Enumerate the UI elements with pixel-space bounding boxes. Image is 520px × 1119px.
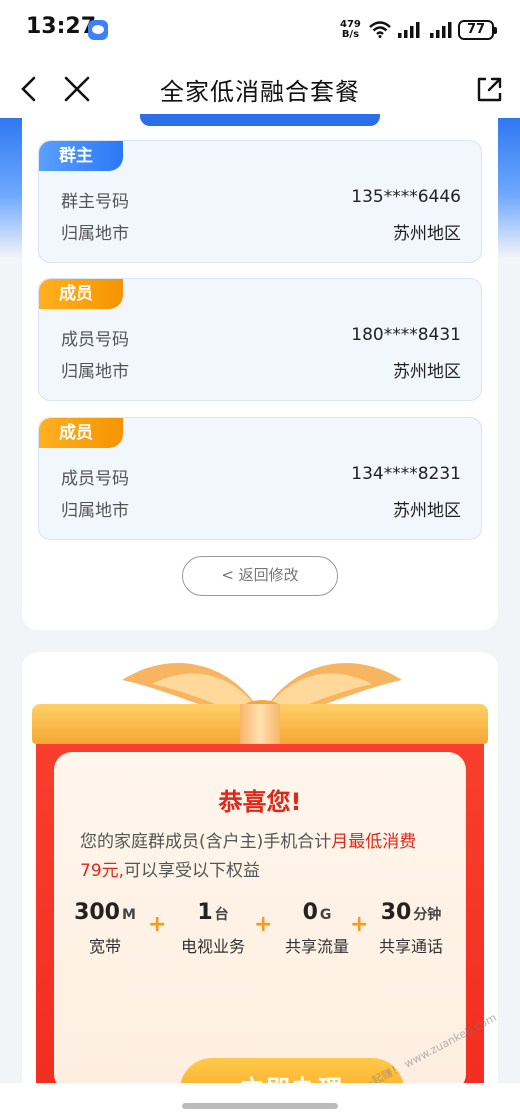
back-modify-button[interactable]: < 返回修改 bbox=[182, 556, 338, 596]
number-label: 群主号码 bbox=[61, 192, 129, 212]
plus-sign: + bbox=[254, 912, 273, 937]
home-bar bbox=[0, 1083, 520, 1119]
benefit-name: 共享流量 bbox=[284, 937, 349, 956]
phone-number: 135****6446 bbox=[351, 187, 461, 207]
gift-ribbon bbox=[240, 704, 280, 744]
benefit-unit: M bbox=[122, 907, 136, 923]
desc-text: 您的家庭群成员(含户主)手机合计 bbox=[80, 832, 332, 852]
share-icon[interactable] bbox=[472, 72, 506, 106]
benefits-card: 恭喜您! 您的家庭群成员(含户主)手机合计月最低消费 79元,可以享受以下权益 … bbox=[54, 752, 466, 1092]
home-indicator[interactable] bbox=[182, 1103, 338, 1109]
wifi-icon bbox=[369, 21, 391, 38]
city-label: 归属地市 bbox=[61, 362, 129, 382]
benefit-name: 宽带 bbox=[88, 937, 121, 956]
benefit-value: 1 bbox=[197, 900, 213, 925]
signal-icon bbox=[398, 22, 420, 38]
city-row: 归属地市 苏州地区 bbox=[61, 219, 461, 244]
benefit-calls: 30 分钟 共享通话 bbox=[366, 900, 456, 957]
member-tag: 成员 bbox=[39, 418, 123, 448]
city-label: 归属地市 bbox=[61, 501, 129, 521]
network-speed: 479 B/s bbox=[340, 20, 361, 40]
benefit-unit: G bbox=[319, 907, 332, 923]
number-row: 成员号码 134****8231 bbox=[61, 464, 461, 489]
header: 全家低消融合套餐 bbox=[0, 60, 520, 118]
benefit-broadband: 300 M 宽带 bbox=[60, 900, 150, 957]
battery-icon: 77 bbox=[458, 20, 497, 40]
desc-highlight: 79元, bbox=[80, 861, 125, 881]
signal-icon bbox=[430, 22, 452, 38]
network-speed-unit: B/s bbox=[341, 29, 360, 40]
benefit-name: 电视业务 bbox=[180, 937, 245, 956]
benefit-value: 0 bbox=[302, 900, 318, 925]
city-value: 苏州地区 bbox=[393, 224, 461, 244]
number-label: 成员号码 bbox=[61, 330, 129, 350]
number-label: 成员号码 bbox=[61, 469, 129, 489]
page-title: 全家低消融合套餐 bbox=[160, 78, 360, 106]
member-card-owner: 群主 群主号码 135****6446 归属地市 苏州地区 bbox=[38, 140, 482, 263]
member-card: 成员 成员号码 134****8231 归属地市 苏州地区 bbox=[38, 417, 482, 540]
battery-level: 77 bbox=[466, 22, 486, 37]
gift-panel: 恭喜您! 您的家庭群成员(含户主)手机合计月最低消费 79元,可以享受以下权益 … bbox=[22, 652, 498, 1092]
benefit-value: 300 bbox=[74, 900, 120, 925]
status-bar: 13:27 479 B/s 77 bbox=[0, 0, 520, 60]
number-row: 成员号码 180****8431 bbox=[61, 325, 461, 350]
desc-highlight: 月最低消费 bbox=[331, 832, 417, 852]
city-value: 苏州地区 bbox=[393, 362, 461, 382]
members-panel: 群主 群主号码 135****6446 归属地市 苏州地区 成员 成员号码 18… bbox=[22, 118, 498, 630]
number-row: 群主号码 135****6446 bbox=[61, 187, 461, 212]
phone-number: 134****8231 bbox=[351, 464, 461, 484]
benefit-unit: 台 bbox=[214, 907, 229, 923]
benefit-unit: 分钟 bbox=[413, 907, 442, 923]
benefit-name: 共享通话 bbox=[378, 937, 443, 956]
status-time: 13:27 bbox=[26, 14, 97, 39]
member-tag: 群主 bbox=[39, 141, 123, 171]
benefit-value: 30 bbox=[380, 900, 412, 925]
member-card: 成员 成员号码 180****8431 归属地市 苏州地区 bbox=[38, 278, 482, 401]
chat-bubble-icon bbox=[88, 20, 108, 40]
benefit-description: 您的家庭群成员(含户主)手机合计月最低消费 79元,可以享受以下权益 bbox=[80, 828, 448, 886]
desc-text: 可以享受以下权益 bbox=[124, 861, 261, 881]
congrats-title: 恭喜您! bbox=[218, 788, 302, 816]
plus-sign: + bbox=[148, 912, 167, 937]
member-tag: 成员 bbox=[39, 279, 123, 309]
city-row: 归属地市 苏州地区 bbox=[61, 496, 461, 521]
city-label: 归属地市 bbox=[61, 224, 129, 244]
phone-number: 180****8431 bbox=[351, 325, 461, 345]
city-value: 苏州地区 bbox=[393, 501, 461, 521]
benefit-tv: 1台 电视业务 bbox=[168, 900, 258, 957]
city-row: 归属地市 苏州地区 bbox=[61, 357, 461, 382]
blue-tab-edge bbox=[140, 114, 380, 126]
benefit-data: 0G 共享流量 bbox=[272, 900, 362, 957]
